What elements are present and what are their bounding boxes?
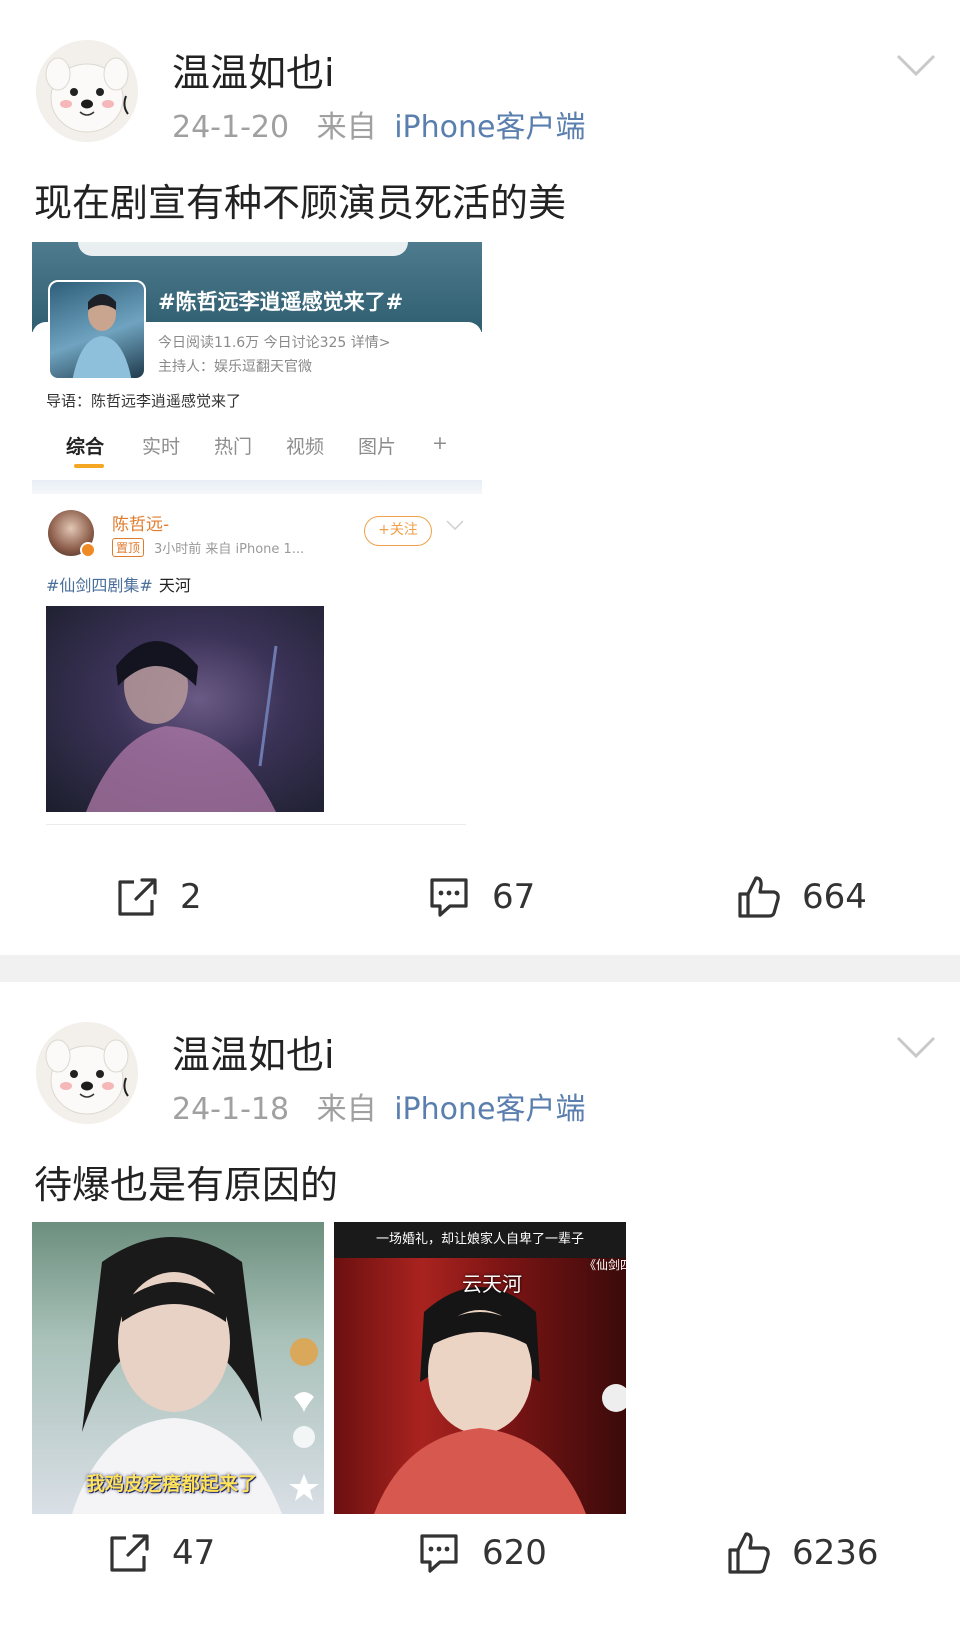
comment-button[interactable]: 620 — [414, 1518, 547, 1588]
comment-button[interactable]: 67 — [424, 862, 535, 932]
embedded-screenshot[interactable]: #陈哲远李逍遥感觉来了# 今日阅读11.6万 今日讨论325 详情> 主持人：娱… — [32, 242, 482, 834]
repost-count: 2 — [180, 877, 202, 917]
tab-video[interactable]: 视频 — [286, 432, 324, 459]
post-text: 现在剧宣有种不顾演员死活的美 — [34, 181, 567, 225]
thumbs-up-icon — [728, 1532, 770, 1574]
action-bar: 47 620 6236 — [0, 1518, 960, 1588]
search-bar — [78, 242, 408, 256]
chevron-down-icon[interactable] — [446, 520, 464, 530]
topic-thumbnail — [48, 280, 146, 380]
comment-icon — [420, 1534, 458, 1573]
tab-realtime[interactable]: 实时 — [142, 432, 180, 459]
image-drama-label: 《仙剑四 — [584, 1258, 626, 1272]
character-still-image — [374, 1287, 626, 1514]
comment-count: 67 — [492, 877, 536, 917]
tab-hot[interactable]: 热门 — [214, 432, 252, 459]
dog-avatar-icon — [36, 40, 138, 142]
repost-button[interactable]: 2 — [112, 862, 202, 932]
username[interactable]: 温温如也i — [172, 42, 335, 97]
chevron-down-icon[interactable] — [896, 1036, 936, 1058]
source-prefix: 来自 — [316, 1092, 377, 1127]
active-tab-indicator — [74, 464, 104, 468]
like-count: 6236 — [792, 1533, 879, 1573]
character-still-image — [86, 641, 278, 812]
repost-count: 47 — [172, 1533, 216, 1573]
avatar[interactable] — [36, 1022, 138, 1124]
action-bar: 2 67 664 — [0, 862, 960, 932]
hashtag-link[interactable]: #仙剑四剧集# — [46, 576, 153, 595]
tab-comprehensive[interactable]: 综合 — [66, 432, 104, 459]
topic-title: #陈哲远李逍遥感觉来了# — [158, 290, 404, 314]
post-meta: 24-1-20 来自 iPhone客户端 — [172, 102, 585, 146]
image-top-caption: 一场婚礼，却让娘家人自卑了一辈子 — [334, 1222, 626, 1258]
like-button[interactable]: 664 — [734, 862, 867, 932]
post-meta: 24-1-18 来自 iPhone客户端 — [172, 1084, 585, 1128]
follow-button[interactable]: +关注 — [364, 516, 432, 546]
comment-count: 620 — [482, 1533, 547, 1573]
post-divider — [0, 955, 960, 982]
repost-button[interactable]: 47 — [104, 1518, 215, 1588]
topic-stats: 今日阅读11.6万 今日讨论325 详情> — [158, 335, 391, 351]
pinned-badge: 置顶 — [112, 538, 145, 557]
image-name-caption: 云天河 — [462, 1272, 522, 1296]
dog-avatar-icon — [36, 1022, 138, 1124]
like-count: 664 — [802, 877, 867, 917]
topic-host: 主持人：娱乐逗翻天官微 — [158, 359, 312, 375]
embedded-post-text: #仙剑四剧集# 天河 — [46, 572, 191, 596]
tab-add[interactable]: + — [432, 432, 448, 454]
section-separator — [32, 480, 482, 494]
avatar[interactable] — [36, 40, 138, 142]
chevron-down-icon[interactable] — [896, 54, 936, 76]
verified-badge-icon — [80, 542, 96, 558]
post-date: 24-1-18 — [172, 1092, 290, 1127]
feed-post: 温温如也i 24-1-20 来自 iPhone客户端 现在剧宣有种不顾演员死活的… — [0, 0, 960, 955]
username[interactable]: 温温如也i — [172, 1024, 335, 1079]
source-link[interactable]: iPhone客户端 — [394, 1092, 585, 1127]
share-icon — [118, 878, 157, 916]
embedded-post-photo[interactable] — [46, 606, 324, 812]
embedded-post-meta: 3小时前 来自 iPhone 1... — [154, 542, 305, 557]
post-text: 待爆也是有原因的 — [34, 1163, 339, 1207]
tab-images[interactable]: 图片 — [358, 432, 396, 459]
thumbs-up-icon — [738, 876, 780, 918]
source-prefix: 来自 — [316, 110, 377, 145]
like-button[interactable]: 6236 — [724, 1518, 879, 1588]
embedded-post-caption: 天河 — [158, 576, 191, 595]
embedded-author-name[interactable]: 陈哲远- — [112, 510, 169, 535]
person-silhouette-icon — [72, 294, 132, 378]
image-caption: 我鸡皮疙瘩都起来了 — [86, 1473, 258, 1495]
divider — [46, 824, 466, 825]
post-image[interactable]: 我鸡皮疙瘩都起来了 — [32, 1222, 324, 1514]
post-date: 24-1-20 — [172, 110, 290, 145]
source-link[interactable]: iPhone客户端 — [394, 110, 585, 145]
comment-icon — [430, 878, 468, 917]
topic-tabs: 综合 实时 热门 视频 图片 + — [32, 422, 482, 468]
topic-lead: 导语：陈哲远李逍遥感觉来了 — [46, 392, 242, 410]
share-icon — [110, 1534, 149, 1572]
post-image[interactable]: 一场婚礼，却让娘家人自卑了一辈子 云天河 《仙剑四 — [334, 1222, 626, 1514]
